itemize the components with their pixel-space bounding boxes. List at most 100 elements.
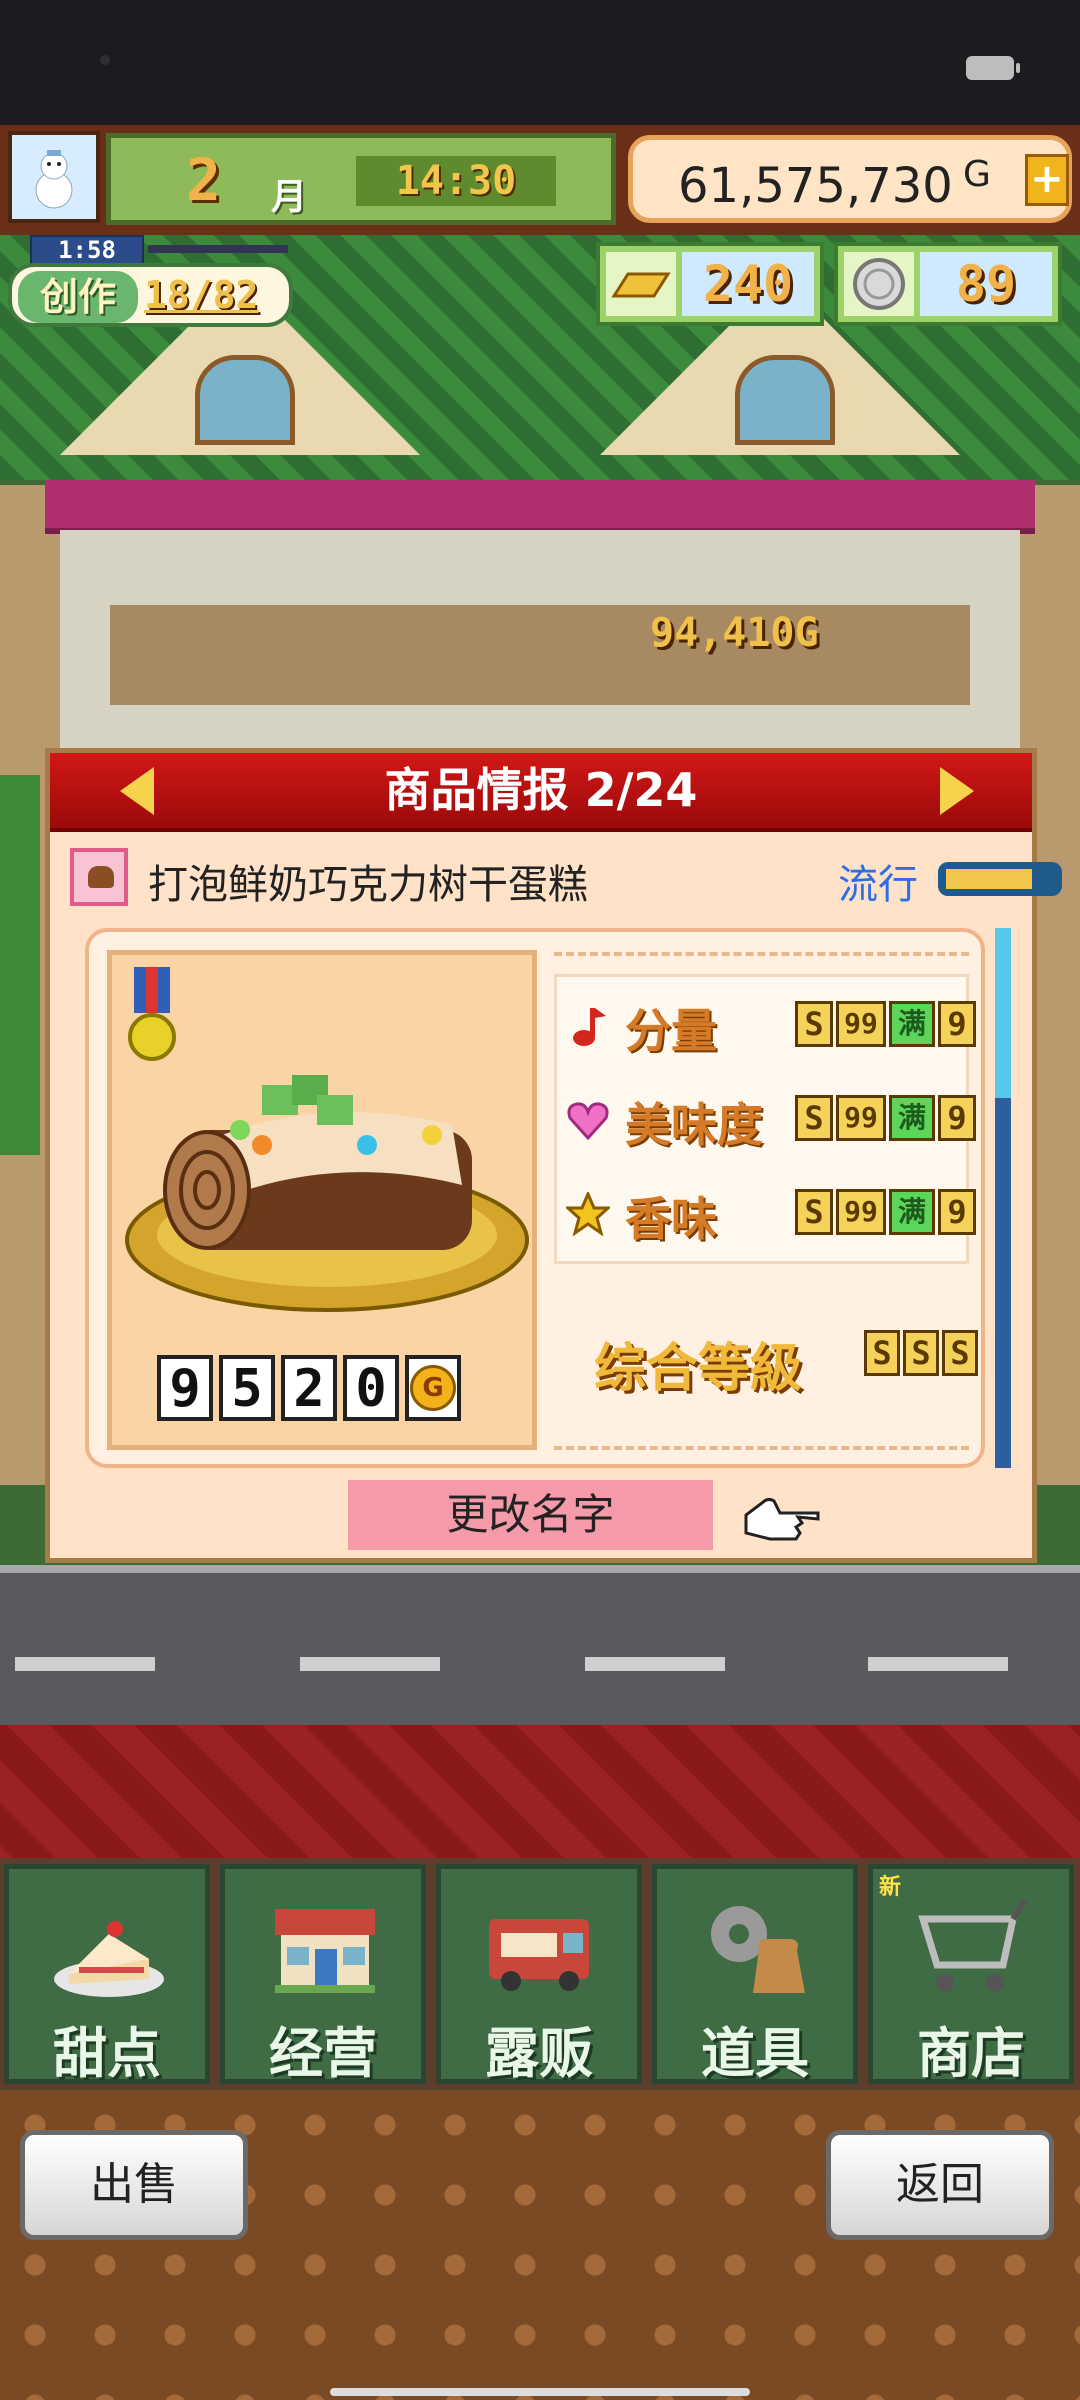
stat-rank: S (795, 1095, 833, 1141)
creation-badge: 创作 18/82 (8, 263, 293, 327)
gear-bag-icon (711, 1906, 805, 1993)
shop-awning (45, 480, 1035, 534)
menu-label: 商店 (917, 2022, 1025, 2085)
price-digit: 5 (219, 1355, 275, 1421)
lane-marking (15, 1657, 155, 1671)
pointing-hand-icon (744, 1497, 820, 1541)
trend-meter-fill (946, 869, 1032, 889)
lane-marking (585, 1657, 725, 1671)
street (0, 1565, 1080, 1733)
menu-label: 道具 (701, 2022, 809, 2085)
overall-rank: S (864, 1330, 900, 1376)
next-arrow-icon[interactable] (940, 767, 974, 815)
overall-grade-value: S S S (864, 1330, 978, 1376)
stat-value: S 99 满 9 (795, 1189, 976, 1235)
scrollbar-thumb[interactable] (995, 928, 1011, 1098)
overall-rank: S (942, 1330, 978, 1376)
stats-section: 分量 S 99 满 9 美味度 S 99 满 9 香味 S 99 满 9 综合等… (554, 952, 978, 1450)
new-badge: 新 (879, 1875, 902, 1900)
prev-arrow-icon[interactable] (120, 767, 154, 815)
menu-label: 甜点 (53, 2022, 161, 2085)
medal-icon (128, 967, 176, 1061)
stat-value: S 99 满 9 (795, 1001, 976, 1047)
bottom-menu: 甜点 经营 露贩 道具 新 商店 (0, 1858, 1080, 2090)
menu-management[interactable]: 经营 (220, 1864, 426, 2085)
back-button[interactable]: 返回 (826, 2130, 1054, 2240)
sales-popup: 94,410G (650, 610, 819, 656)
item-name: 打泡鲜奶巧克力树干蛋糕 (148, 862, 588, 908)
trend-meter (938, 862, 1062, 896)
menu-store[interactable]: 新 商店 (868, 1864, 1074, 2085)
window-right (735, 355, 835, 445)
item-name-row: 打泡鲜奶巧克力树干蛋糕 流行 (70, 848, 1062, 908)
month-number: 2 (186, 146, 221, 214)
lane-marking (300, 1657, 440, 1671)
silver-coin-icon (844, 252, 914, 316)
sell-button[interactable]: 出售 (20, 2130, 248, 2240)
stat-label: 美味度 (625, 1098, 763, 1152)
creation-progress-bar (148, 245, 288, 253)
gold-bar-icon (606, 252, 676, 316)
camera-dot (100, 55, 110, 65)
heart-icon (565, 1097, 611, 1143)
bottom-action-bar: 出售 返回 (0, 2090, 1080, 2400)
menu-label: 露贩 (485, 2022, 593, 2085)
rename-button[interactable]: 更改名字 (348, 1480, 713, 1550)
shop-building-icon (275, 1909, 375, 1993)
panel-header: 商品情报 2/24 (50, 753, 1032, 832)
game-screen: 2 月 14:30 61,575,730 G + 94,410G 1:58 创作… (0, 0, 1080, 2400)
stat-rank: S (795, 1189, 833, 1235)
stat-score: 99 (836, 1095, 886, 1141)
cart-icon (918, 1899, 1028, 1992)
stat-row-aroma: 香味 S 99 满 9 (565, 1171, 976, 1251)
snowman-icon (35, 150, 73, 209)
creation-count: 18/82 (144, 273, 259, 317)
overall-rank: S (903, 1330, 939, 1376)
menu-label: 经营 (269, 2022, 377, 2085)
log-cake-image (125, 967, 529, 1312)
price-digit: 0 (343, 1355, 399, 1421)
stat-score: 99 (836, 1189, 886, 1235)
stat-value: S 99 满 9 (795, 1095, 976, 1141)
add-money-button[interactable]: + (1025, 154, 1069, 206)
price-display: 9 5 2 0 G (157, 1355, 461, 1421)
overall-grade-label: 综合等級 (594, 1339, 803, 1399)
music-note-icon (565, 1003, 611, 1049)
stat-label: 分量 (625, 1004, 717, 1058)
creation-timer: 1:58 (30, 235, 144, 265)
menu-food-stall[interactable]: 露贩 (436, 1864, 642, 2085)
stat-rank: S (795, 1001, 833, 1047)
money-display: 61,575,730 G + (628, 135, 1072, 223)
item-detail-card: 9 5 2 0 G 分量 S 99 满 9 美味度 S 99 满 9 香味 S … (85, 928, 985, 1468)
gold-bar-counter[interactable]: 240 (596, 242, 824, 326)
coin-counter[interactable]: 89 (834, 242, 1062, 326)
stat-score: 99 (836, 1001, 886, 1047)
price-unit: G (410, 1365, 456, 1411)
player-avatar[interactable] (8, 131, 100, 223)
calendar-panel: 2 月 14:30 (106, 133, 616, 225)
scrollbar[interactable] (995, 928, 1011, 1468)
stats-list: 分量 S 99 满 9 美味度 S 99 满 9 香味 S 99 满 9 (554, 974, 976, 1264)
coin-count: 89 (920, 252, 1052, 316)
cake-category-icon (70, 848, 128, 906)
status-bar (0, 0, 1080, 125)
stat-score: 9 (938, 1095, 976, 1141)
menu-sweets[interactable]: 甜点 (4, 1864, 210, 2085)
month-label: 月 (271, 177, 308, 218)
creation-label: 创作 (18, 271, 138, 323)
gold-bar-count: 240 (682, 252, 814, 316)
creation-status[interactable]: 1:58 创作 18/82 (8, 235, 293, 330)
tree (0, 775, 40, 1155)
food-truck-icon (489, 1919, 589, 1991)
stat-row-portion: 分量 S 99 满 9 (565, 983, 976, 1063)
display-counter (110, 605, 970, 705)
stat-full-badge: 满 (889, 1095, 935, 1141)
stat-full-badge: 满 (889, 1001, 935, 1047)
panel-title: 商品情报 2/24 (384, 763, 698, 817)
price-digit: 2 (281, 1355, 337, 1421)
money-unit: G (963, 154, 991, 195)
home-indicator[interactable] (330, 2388, 750, 2396)
star-icon (565, 1191, 611, 1237)
item-image-frame: 9 5 2 0 G (107, 950, 537, 1450)
menu-items[interactable]: 道具 (652, 1864, 858, 2085)
